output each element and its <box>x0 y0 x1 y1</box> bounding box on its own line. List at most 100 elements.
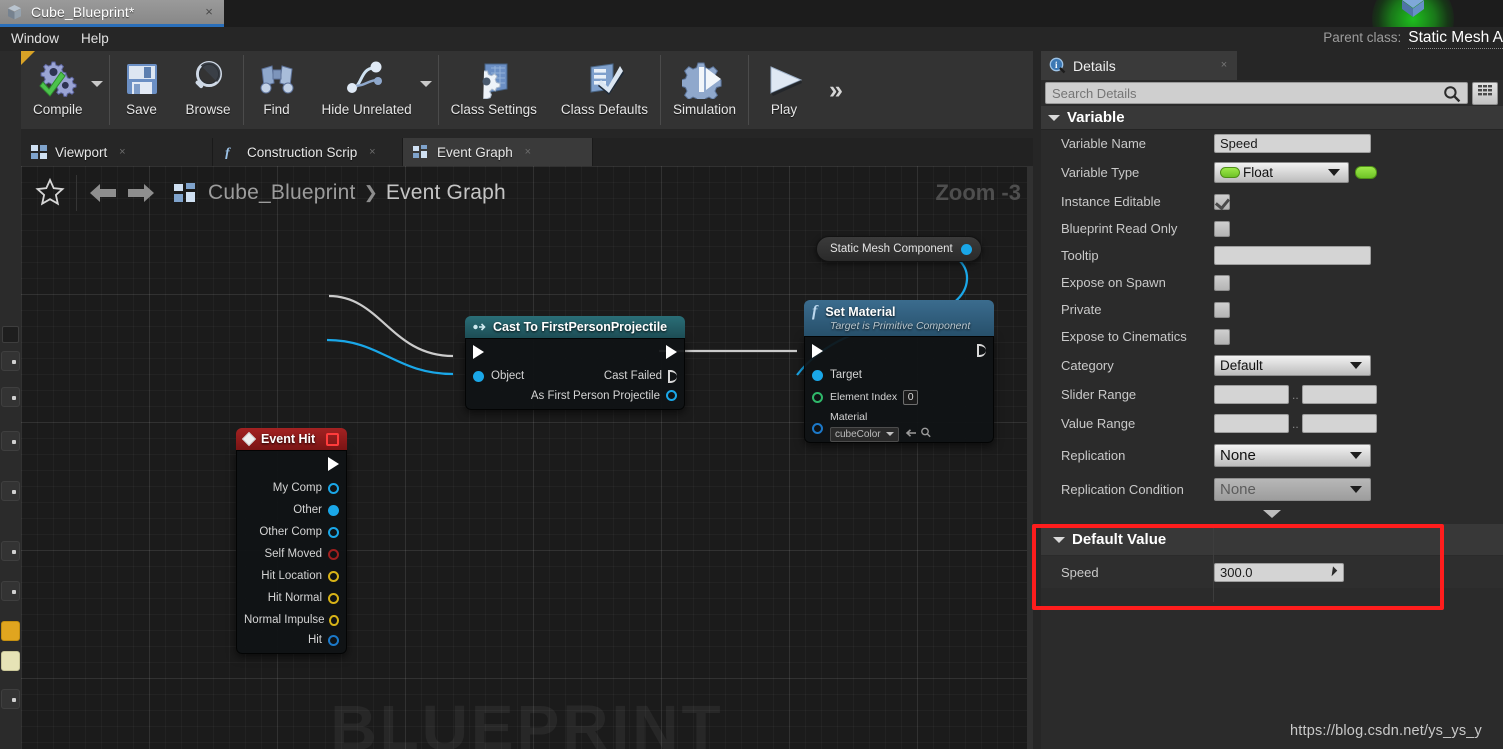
browse-button[interactable]: Browse <box>174 51 243 129</box>
search-input[interactable]: Search Details <box>1045 82 1468 104</box>
cast-exec-row[interactable] <box>466 339 684 365</box>
set-material-element-index-row[interactable]: Element Index 0 <box>805 386 993 408</box>
pin-other-comp[interactable]: Other Comp <box>237 521 346 543</box>
search-placeholder: Search Details <box>1052 85 1137 101</box>
list-item[interactable] <box>1 689 20 709</box>
property-label: Expose to Cinematics <box>1061 329 1187 344</box>
menu-item-help[interactable]: Help <box>70 27 120 51</box>
set-material-material-row[interactable]: Material cubeColor <box>805 408 993 442</box>
left-strip-icon[interactable] <box>2 326 19 343</box>
class-defaults-button-label: Class Defaults <box>560 102 648 117</box>
close-icon[interactable]: × <box>115 145 129 159</box>
replication-dropdown[interactable]: None <box>1214 443 1371 467</box>
value-range-min-input[interactable] <box>1214 414 1289 433</box>
cast-object-row[interactable]: Object Cast Failed <box>466 365 684 387</box>
class-settings-gear-icon <box>473 57 515 101</box>
replication-condition-dropdown[interactable]: None <box>1214 477 1371 501</box>
close-icon[interactable]: × <box>521 145 535 159</box>
set-material-target-row[interactable]: Target <box>805 364 993 386</box>
tooltip-input[interactable] <box>1214 246 1371 265</box>
cast-as-row[interactable]: As First Person Projectile <box>466 387 684 409</box>
pin-hit-location[interactable]: Hit Location <box>237 565 346 587</box>
blueprint-read-only-checkbox[interactable] <box>1214 220 1230 237</box>
property-row-tooltip: Tooltip <box>1041 242 1503 269</box>
static-mesh-component-pill[interactable]: Static Mesh Component <box>816 236 982 262</box>
list-item[interactable] <box>1 387 20 407</box>
property-label: Category <box>1061 357 1114 373</box>
slider-range-max-input[interactable] <box>1301 385 1377 404</box>
pin-hit-normal[interactable]: Hit Normal <box>237 587 346 609</box>
spinner-icon[interactable] <box>1327 565 1339 578</box>
float-type-indicator-icon[interactable] <box>1355 166 1377 179</box>
element-index-input[interactable]: 0 <box>903 389 919 405</box>
tab-construction-script[interactable]: f Construction Scrip × <box>213 138 403 166</box>
play-button[interactable]: Play <box>749 51 819 129</box>
close-icon[interactable]: × <box>365 145 379 159</box>
menu-item-window[interactable]: Window <box>0 27 70 51</box>
use-selected-asset-icon[interactable] <box>905 425 917 443</box>
property-row-replication: Replication None <box>1041 438 1503 472</box>
set-material-exec-row[interactable] <box>805 337 993 364</box>
event-graph-canvas[interactable]: BLUEPRINT <box>21 166 1033 749</box>
save-button[interactable]: Save <box>110 51 174 129</box>
document-tab-cube-blueprint[interactable]: Cube_Blueprint* × <box>0 0 224 27</box>
class-settings-button[interactable]: Class Settings <box>439 51 549 129</box>
browse-asset-icon[interactable] <box>920 425 932 443</box>
private-checkbox[interactable] <box>1214 301 1230 318</box>
pin-hit[interactable]: Hit <box>237 631 346 653</box>
pin-my-comp[interactable]: My Comp <box>237 477 346 499</box>
exec-pin-icon <box>668 369 677 383</box>
node-static-mesh-component[interactable]: Static Mesh Component <box>816 236 982 262</box>
object-pin-icon <box>473 370 484 382</box>
expose-on-spawn-checkbox[interactable] <box>1214 274 1230 291</box>
tab-event-graph[interactable]: Event Graph × <box>403 138 593 166</box>
list-item-selected[interactable] <box>1 621 20 641</box>
material-dropdown[interactable]: cubeColor <box>830 426 899 442</box>
simulation-button[interactable]: Simulation <box>661 51 748 129</box>
instance-editable-checkbox[interactable] <box>1214 193 1230 210</box>
parent-class-indicator: Parent class: Static Mesh A <box>1323 29 1503 49</box>
pin-normal-impulse[interactable]: Normal Impulse <box>237 609 346 631</box>
tab-details[interactable]: i Details × <box>1041 51 1237 80</box>
close-icon[interactable]: × <box>1217 59 1231 73</box>
list-item[interactable] <box>1 541 20 561</box>
pin-exec-out[interactable] <box>237 451 346 477</box>
pin-self-moved[interactable]: Self Moved <box>237 543 346 565</box>
close-icon[interactable]: × <box>200 3 218 21</box>
hide-unrelated-button[interactable]: Hide Unrelated <box>310 51 424 129</box>
list-item-highlighted[interactable] <box>1 651 20 671</box>
node-delete-icon[interactable] <box>326 432 339 446</box>
node-set-material[interactable]: f Set Material Target is Primitive Compo… <box>804 300 994 443</box>
range-separator: .. <box>1292 416 1299 431</box>
default-speed-value: 300.0 <box>1220 564 1253 580</box>
grid-view-button[interactable] <box>1472 81 1498 105</box>
graph-scrollbar[interactable] <box>1027 166 1033 749</box>
details-collapse-toggle[interactable] <box>1041 506 1503 522</box>
toolbar-overflow-button[interactable]: » <box>819 51 853 129</box>
section-header-variable[interactable]: Variable <box>1041 105 1503 130</box>
value-range-max-input[interactable] <box>1301 414 1377 433</box>
node-event-hit[interactable]: Event Hit My Comp Other Other Comp Self … <box>236 428 347 654</box>
toolbar-group-simulation: Simulation <box>661 51 748 129</box>
variable-name-input[interactable]: Speed <box>1214 134 1371 153</box>
list-item[interactable] <box>1 351 20 371</box>
pin-other[interactable]: Other <box>237 499 346 521</box>
property-row-variable-type: Variable Type Float <box>1041 157 1503 188</box>
class-defaults-button[interactable]: Class Defaults <box>549 51 660 129</box>
section-header-default-value[interactable]: Default Value <box>1041 524 1503 556</box>
find-button-label: Find <box>263 102 290 117</box>
object-pin-icon <box>328 526 339 538</box>
default-speed-input[interactable]: 300.0 <box>1214 562 1344 582</box>
find-button[interactable]: Find <box>244 51 310 129</box>
slider-range-min-input[interactable] <box>1214 385 1289 404</box>
node-cast-to-firstpersonprojectile[interactable]: Cast To FirstPersonProjectile Object Cas… <box>465 316 685 410</box>
list-item[interactable] <box>1 431 20 451</box>
variable-type-dropdown[interactable]: Float <box>1214 162 1349 183</box>
list-item[interactable] <box>1 481 20 501</box>
node-event-hit-body: My Comp Other Other Comp Self Moved Hit … <box>236 450 347 654</box>
parent-class-value[interactable]: Static Mesh A <box>1408 29 1503 49</box>
tab-viewport[interactable]: Viewport × <box>21 138 213 166</box>
list-item[interactable] <box>1 581 20 601</box>
category-dropdown[interactable]: Default <box>1214 354 1371 376</box>
expose-to-cinematics-checkbox[interactable] <box>1214 328 1230 345</box>
